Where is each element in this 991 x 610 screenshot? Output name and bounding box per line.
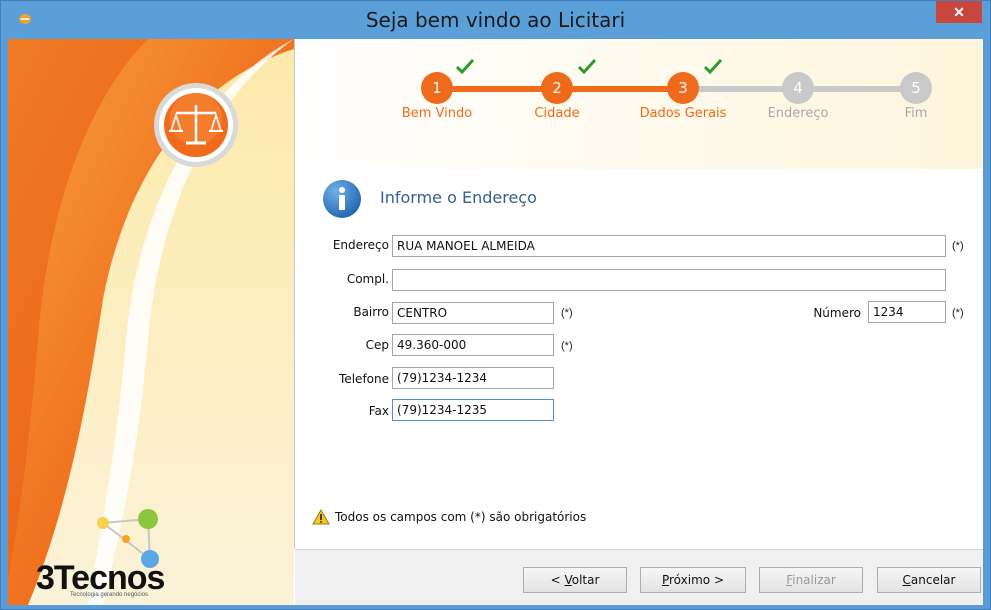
numero-field[interactable] (868, 301, 946, 323)
cep-field[interactable] (392, 334, 554, 356)
close-button[interactable]: ✕ (936, 1, 982, 23)
bairro-field[interactable] (392, 302, 554, 324)
step-label-3: Dados Gerais (639, 106, 727, 121)
form-heading: Informe o Endereço (380, 188, 537, 207)
step-4: 4 (782, 72, 814, 104)
wizard-window: Seja bem vindo ao Licitari ✕ 3Tecnos Tec… (0, 0, 991, 610)
compl-field[interactable] (392, 269, 946, 291)
step-connector-1-2 (437, 86, 557, 92)
side-banner-art (8, 39, 294, 605)
check-icon (703, 58, 723, 74)
info-icon (323, 180, 361, 218)
step-3: 3 (667, 72, 699, 104)
endereco-field[interactable] (392, 235, 946, 257)
step-connector-3-4 (683, 86, 798, 92)
step-5: 5 (900, 72, 932, 104)
bairro-label: Bairro (353, 305, 389, 319)
numero-required-marker: (*) (952, 307, 964, 319)
endereco-required-marker: (*) (952, 240, 964, 252)
step-label-5: Fim (904, 106, 928, 121)
cep-label: Cep (365, 338, 389, 352)
step-label-4: Endereço (767, 106, 829, 121)
step-label-1: Bem Vindo (401, 106, 473, 121)
check-icon (455, 58, 475, 74)
warning-icon (312, 509, 330, 525)
required-fields-notice: Todos os campos com (*) são obrigatórios (335, 510, 587, 524)
wizard-content: 1 2 3 4 5 Bem Vindo Cidade Dados Gerais … (295, 39, 983, 549)
endereco-label: Endereço (332, 238, 389, 252)
step-1: 1 (421, 72, 453, 104)
compl-label: Compl. (346, 272, 389, 286)
side-banner: 3Tecnos Tecnologia gerando negócios (8, 39, 294, 605)
telefone-field[interactable] (392, 367, 554, 389)
scales-icon (154, 83, 238, 167)
finish-button[interactable]: Finalizar (759, 567, 863, 593)
step-connector-2-3 (557, 86, 683, 92)
window-title: Seja bem vindo ao Licitari (365, 8, 626, 32)
fax-field[interactable] (392, 399, 554, 421)
wizard-client-area: 3Tecnos Tecnologia gerando negócios 1 2 … (8, 39, 983, 605)
step-label-2: Cidade (534, 106, 580, 121)
tecnos-tagline: Tecnologia gerando negócios (70, 592, 149, 598)
step-2: 2 (541, 72, 573, 104)
title-bar[interactable]: Seja bem vindo ao Licitari ✕ (1, 1, 990, 39)
cancel-button[interactable]: Cancelar (877, 567, 981, 593)
next-button[interactable]: Próximo > (640, 567, 746, 593)
fax-label: Fax (368, 404, 389, 418)
numero-label: Número (813, 306, 861, 320)
bairro-required-marker: (*) (561, 307, 573, 319)
button-bar: < Voltar Próximo > Finalizar Cancelar (295, 549, 983, 605)
step-connector-4-5 (798, 86, 916, 92)
telefone-label: Telefone (339, 372, 389, 386)
cep-required-marker: (*) (561, 340, 573, 352)
back-button[interactable]: < Voltar (523, 567, 627, 593)
check-icon (577, 58, 597, 74)
